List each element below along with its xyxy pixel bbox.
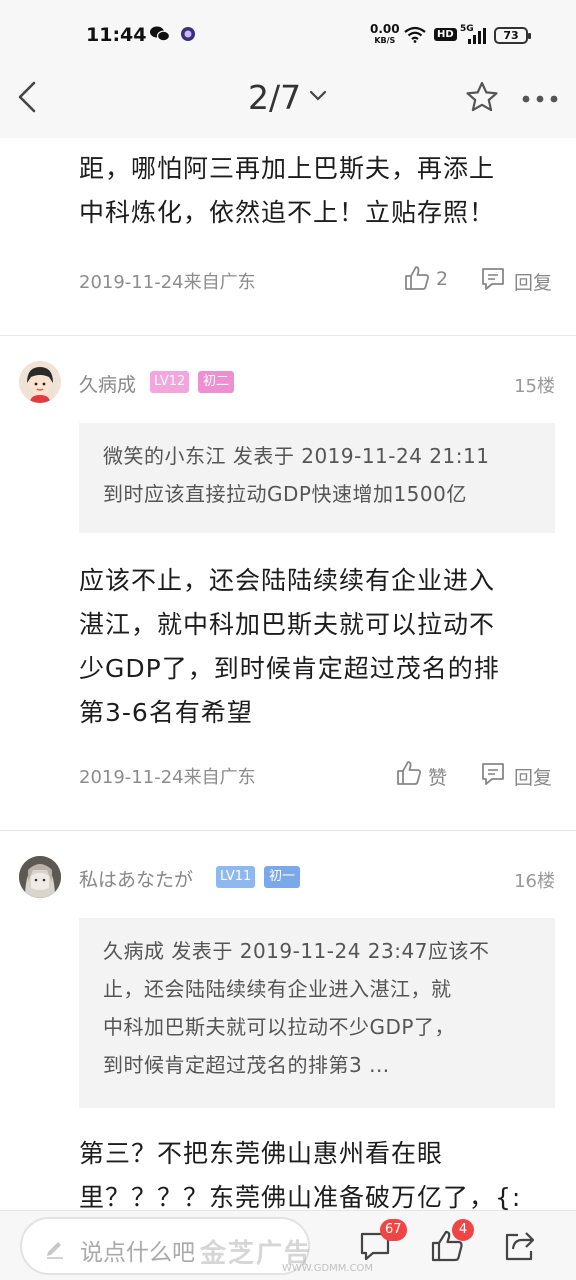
comment-count-badge: 67 — [380, 1219, 407, 1241]
signal-icon — [468, 28, 486, 44]
back-button[interactable] — [14, 80, 46, 114]
post-date: 2019-11-24来自广东 — [79, 272, 256, 293]
post-date: 2019-11-24来自广东 — [79, 767, 256, 788]
wechat-icon — [150, 26, 171, 42]
post-body: 距，哪怕阿三再加上巴斯夫，再添上 中科炼化，依然追不上！立贴存照！ — [79, 154, 496, 227]
floor-number: 16楼 — [514, 871, 555, 892]
level-badge: LV12 — [150, 371, 190, 393]
like-count-badge: 4 — [452, 1219, 474, 1241]
divider — [0, 830, 576, 831]
app-notification-icon — [180, 26, 198, 42]
reply-icon[interactable] — [480, 266, 506, 292]
quote-line: 止，还会陆陆续续有企业进入湛江，就 — [103, 977, 452, 1001]
quote-line: 到时候肯定超过茂名的排第3 ... — [103, 1053, 390, 1077]
level-badge: LV11 — [216, 866, 256, 888]
divider — [0, 335, 576, 336]
status-time: 11:44 — [86, 24, 147, 46]
net-speed: 0.00 KB/S — [370, 22, 400, 45]
hd-indicator: HD — [434, 28, 457, 41]
post-list: 远远超过湛江1800亿。这1800亿的差 距，哪怕阿三再加上巴斯夫，再添上 中科… — [0, 138, 576, 1210]
quote-block[interactable]: 久病成 发表于 2019-11-24 23:47应该不 止，还会陆陆续续有企业进… — [79, 918, 555, 1108]
quote-line: 到时应该直接拉动GDP快速增加1500亿 — [103, 482, 467, 506]
more-dots-icon — [522, 95, 558, 103]
thumbs-up-icon[interactable] — [396, 760, 422, 786]
bottom-action-bar: 说点什么吧 金芝广告 WWW.GDMM.COM 67 4 — [0, 1210, 576, 1280]
reply-icon[interactable] — [480, 761, 506, 787]
wifi-icon — [404, 26, 426, 43]
comment-placeholder: 说点什么吧 — [80, 1240, 195, 1266]
nav-bar: 2/7 — [0, 68, 576, 138]
reply-button[interactable]: 回复 — [514, 268, 552, 295]
pencil-icon — [44, 1237, 66, 1259]
floor-number: 15楼 — [514, 376, 555, 397]
thumbs-up-icon[interactable] — [404, 265, 430, 291]
favorite-button[interactable] — [464, 80, 500, 114]
username[interactable]: 私はあなたが — [79, 865, 193, 892]
like-button[interactable]: 赞 — [428, 763, 447, 790]
like-count[interactable]: 2 — [436, 268, 448, 290]
quote-block[interactable]: 微笑的小东江 发表于 2019-11-24 21:11 到时应该直接拉动GDP快… — [79, 423, 555, 533]
quote-line: 微笑的小东江 发表于 2019-11-24 21:11 — [103, 444, 490, 468]
more-options-button[interactable] — [520, 90, 560, 103]
rank-badge: 初二 — [198, 371, 235, 393]
post-body: 应该不止，还会陆陆续续有企业进入 湛江，就中科加巴斯夫就可以拉动不 少GDP了，… — [79, 566, 500, 727]
username[interactable]: 久病成 — [79, 370, 136, 397]
chevron-down-icon[interactable] — [308, 88, 328, 104]
avatar[interactable] — [19, 856, 61, 898]
chevron-left-icon — [18, 81, 36, 113]
quote-line: 久病成 发表于 2019-11-24 23:47应该不 — [103, 939, 490, 963]
star-icon — [466, 81, 498, 112]
reply-button[interactable]: 回复 — [514, 763, 552, 790]
share-icon[interactable] — [502, 1229, 536, 1263]
status-bar: 11:44 0.00 KB/S HD 5G 73 — [0, 0, 576, 68]
battery-indicator: 73 — [494, 27, 531, 44]
avatar[interactable] — [19, 361, 61, 403]
watermark-url: WWW.GDMM.COM — [282, 1263, 374, 1274]
post-body: 第三？不把东莞佛山惠州看在眼 里？？？？东莞佛山准备破万亿了，{: — [79, 1139, 522, 1210]
rank-badge: 初一 — [264, 866, 301, 888]
quote-line: 中科加巴斯夫就可以拉动不少GDP了， — [103, 1015, 455, 1039]
page-indicator[interactable]: 2/7 — [248, 78, 301, 117]
